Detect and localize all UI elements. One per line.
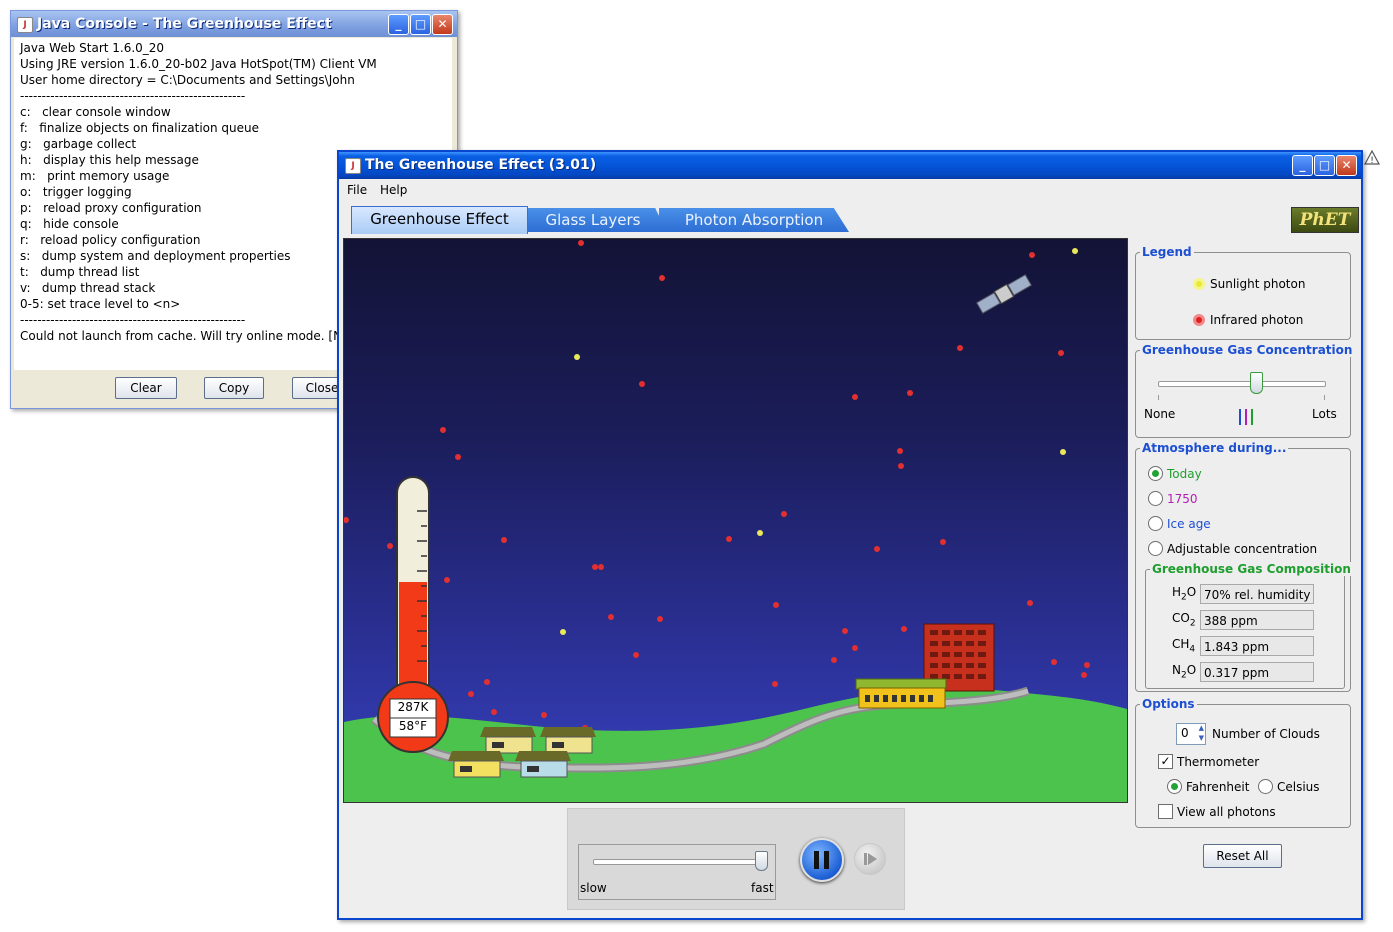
radio-ice-age[interactable]: [1148, 516, 1163, 531]
app-titlebar[interactable]: J The Greenhouse Effect (3.01) _ □ ✕: [339, 152, 1361, 179]
step-button[interactable]: [854, 843, 886, 875]
radio-today-label[interactable]: Today: [1167, 467, 1202, 481]
radio-adjustable-label[interactable]: Adjustable concentration: [1167, 542, 1317, 556]
speed-slider-track[interactable]: [593, 859, 763, 865]
speed-fast-label: fast: [751, 881, 774, 895]
speed-slow-label: slow: [580, 881, 607, 895]
thermometer-checkbox[interactable]: ✓: [1158, 754, 1173, 769]
radio-today[interactable]: [1148, 466, 1163, 481]
n2o-value: 0.317 ppm: [1200, 662, 1314, 682]
legend-infrared-label: Infrared photon: [1210, 313, 1304, 327]
concentration-slider-track[interactable]: [1158, 381, 1326, 387]
infrared-photon-icon: [1193, 314, 1205, 326]
close-window-button[interactable]: ✕: [432, 14, 453, 35]
tab-greenhouse-effect[interactable]: Greenhouse Effect: [351, 206, 528, 234]
today-marker: [1251, 409, 1253, 425]
composition-group: Greenhouse Gas Composition H2O 70% rel. …: [1145, 562, 1353, 689]
minimize-button[interactable]: _: [388, 14, 409, 35]
clouds-value[interactable]: 0: [1181, 726, 1189, 740]
clouds-spinner[interactable]: 0 ▲ ▼: [1176, 723, 1206, 745]
simulation-canvas[interactable]: 287K 58°F: [343, 238, 1128, 803]
fahrenheit-label[interactable]: Fahrenheit: [1186, 780, 1249, 794]
ch4-label: CH4: [1172, 637, 1196, 655]
h2o-value: 70% rel. humidity: [1200, 584, 1314, 604]
maximize-button[interactable]: □: [1314, 155, 1335, 176]
legend-group: Legend Sunlight photon Infrared photon: [1135, 245, 1351, 340]
school-building: [855, 678, 947, 709]
reset-all-button[interactable]: Reset All: [1203, 844, 1282, 868]
ground-hills: [344, 687, 1127, 802]
n2o-label: N2O: [1172, 663, 1197, 681]
legend-title: Legend: [1140, 245, 1194, 259]
view-all-photons-label[interactable]: View all photons: [1177, 805, 1276, 819]
java-cup-icon: J: [17, 17, 33, 33]
atmosphere-title: Atmosphere during...: [1140, 441, 1289, 455]
close-window-button[interactable]: ✕: [1336, 155, 1357, 176]
java-cup-icon: J: [345, 158, 361, 174]
radio-celsius[interactable]: [1258, 779, 1273, 794]
co2-label: CO2: [1172, 611, 1196, 629]
concentration-slider-thumb[interactable]: [1250, 372, 1263, 394]
sunlight-photon-icon: [1193, 278, 1205, 290]
radio-1750-label[interactable]: 1750: [1167, 492, 1198, 506]
options-group: Options 0 ▲ ▼ Number of Clouds ✓ Thermom…: [1135, 697, 1351, 828]
tab-glass-layers[interactable]: Glass Layers: [519, 208, 667, 232]
spinner-down-icon[interactable]: ▼: [1199, 734, 1204, 742]
thermometer-kelvin: 287K: [397, 700, 429, 714]
concentration-title: Greenhouse Gas Concentration: [1140, 343, 1355, 357]
maximize-button[interactable]: □: [410, 14, 431, 35]
pause-icon: [814, 851, 829, 869]
radio-adjustable[interactable]: [1148, 541, 1163, 556]
warning-icon: !: [1363, 149, 1381, 166]
menu-bar: File Help: [339, 180, 1361, 202]
1750-marker: [1245, 409, 1247, 425]
copy-button[interactable]: Copy: [204, 377, 264, 399]
step-icon: [864, 853, 877, 865]
menu-help[interactable]: Help: [380, 183, 407, 197]
menu-file[interactable]: File: [347, 183, 367, 197]
concentration-lots-label: Lots: [1312, 407, 1337, 421]
tab-photon-absorption[interactable]: Photon Absorption: [659, 208, 849, 232]
radio-fahrenheit[interactable]: [1167, 779, 1182, 794]
console-title: Java Console - The Greenhouse Effect: [37, 16, 332, 32]
spinner-up-icon[interactable]: ▲: [1199, 724, 1204, 732]
thermometer-label[interactable]: Thermometer: [1177, 755, 1259, 769]
clock-control-panel: slow fast: [567, 808, 905, 910]
ch4-value: 1.843 ppm: [1200, 636, 1314, 656]
satellite: [976, 274, 1032, 314]
radio-1750[interactable]: [1148, 491, 1163, 506]
control-panel: Legend Sunlight photon Infrared photon G…: [1129, 238, 1357, 914]
concentration-group: Greenhouse Gas Concentration None Lots: [1135, 343, 1355, 438]
console-titlebar[interactable]: J Java Console - The Greenhouse Effect _…: [11, 11, 457, 37]
greenhouse-app-window: J The Greenhouse Effect (3.01) _ □ ✕ Fil…: [337, 150, 1363, 920]
options-title: Options: [1140, 697, 1197, 711]
sunlight-photons: [560, 248, 1078, 635]
view-all-photons-checkbox[interactable]: [1158, 804, 1173, 819]
legend-sunlight-label: Sunlight photon: [1210, 277, 1306, 291]
pause-button[interactable]: [800, 838, 844, 882]
speed-slider-thumb[interactable]: [755, 851, 768, 871]
celsius-label[interactable]: Celsius: [1277, 780, 1320, 794]
radio-ice-age-label[interactable]: Ice age: [1167, 517, 1211, 531]
phet-logo[interactable]: PhET: [1291, 207, 1359, 233]
minimize-button[interactable]: _: [1292, 155, 1313, 176]
app-title: The Greenhouse Effect (3.01): [365, 157, 597, 173]
ice-age-marker: [1239, 409, 1241, 425]
thermometer-fahrenheit: 58°F: [398, 719, 428, 733]
atmosphere-group: Atmosphere during... Today 1750 Ice age …: [1135, 441, 1353, 692]
concentration-none-label: None: [1144, 407, 1176, 421]
tab-bar: Photon Absorption Glass Layers Greenhous…: [339, 204, 1361, 234]
svg-text:!: !: [1370, 156, 1374, 166]
composition-title: Greenhouse Gas Composition: [1150, 562, 1353, 576]
speed-slider-group: slow fast: [578, 844, 776, 900]
co2-value: 388 ppm: [1200, 610, 1314, 630]
clouds-label: Number of Clouds: [1212, 727, 1320, 741]
clear-button[interactable]: Clear: [115, 377, 177, 399]
h2o-label: H2O: [1172, 585, 1197, 603]
